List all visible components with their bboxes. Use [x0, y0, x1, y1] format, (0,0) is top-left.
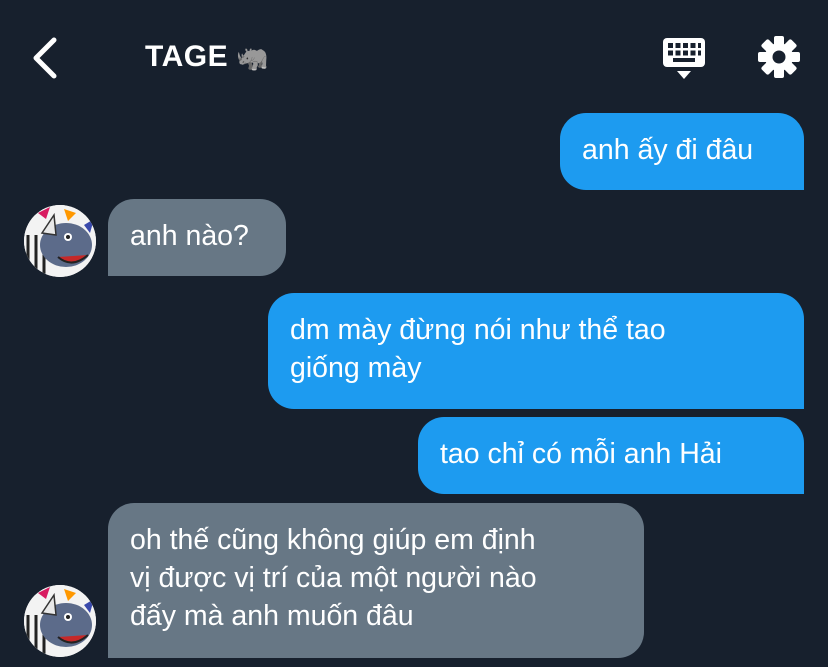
- message-text-line: đấy mà anh muốn đâu: [130, 600, 414, 632]
- incoming-message[interactable]: anh nào?: [108, 199, 286, 276]
- rhino-emoji: 🦏: [236, 41, 269, 72]
- rhino-avatar-icon: [24, 585, 96, 657]
- settings-button[interactable]: [756, 34, 802, 80]
- avatar[interactable]: [24, 585, 96, 657]
- outgoing-message[interactable]: tao chỉ có mỗi anh Hải: [418, 417, 804, 494]
- avatar[interactable]: [24, 205, 96, 277]
- rhino-avatar-icon: [24, 205, 96, 277]
- outgoing-message[interactable]: anh ấy đi đâu: [560, 113, 804, 190]
- back-button[interactable]: [28, 34, 68, 82]
- keyboard-button[interactable]: [660, 36, 708, 82]
- gear-icon: [758, 36, 800, 78]
- message-text: anh ấy đi đâu: [582, 134, 754, 166]
- conversation-name: TAGE: [145, 40, 229, 73]
- message-text: anh nào?: [130, 220, 249, 252]
- message-text-line: oh thế cũng không giúp em định: [130, 524, 536, 556]
- chat-header: TAGE 🦏: [0, 0, 828, 110]
- message-text: tao chỉ có mỗi anh Hải: [440, 438, 722, 470]
- message-text-line: dm mày đừng nói như thể tao: [290, 314, 666, 346]
- keyboard-icon: [663, 38, 705, 79]
- conversation-title[interactable]: TAGE 🦏: [145, 40, 269, 74]
- message-text-line: giống mày: [290, 352, 422, 384]
- chevron-left-icon: [33, 37, 57, 79]
- outgoing-message[interactable]: dm mày đừng nói như thể tao giống mày: [268, 293, 804, 409]
- incoming-message[interactable]: oh thế cũng không giúp em định vị được v…: [108, 503, 644, 658]
- message-text-line: vị được vị trí của một người nào: [130, 562, 537, 594]
